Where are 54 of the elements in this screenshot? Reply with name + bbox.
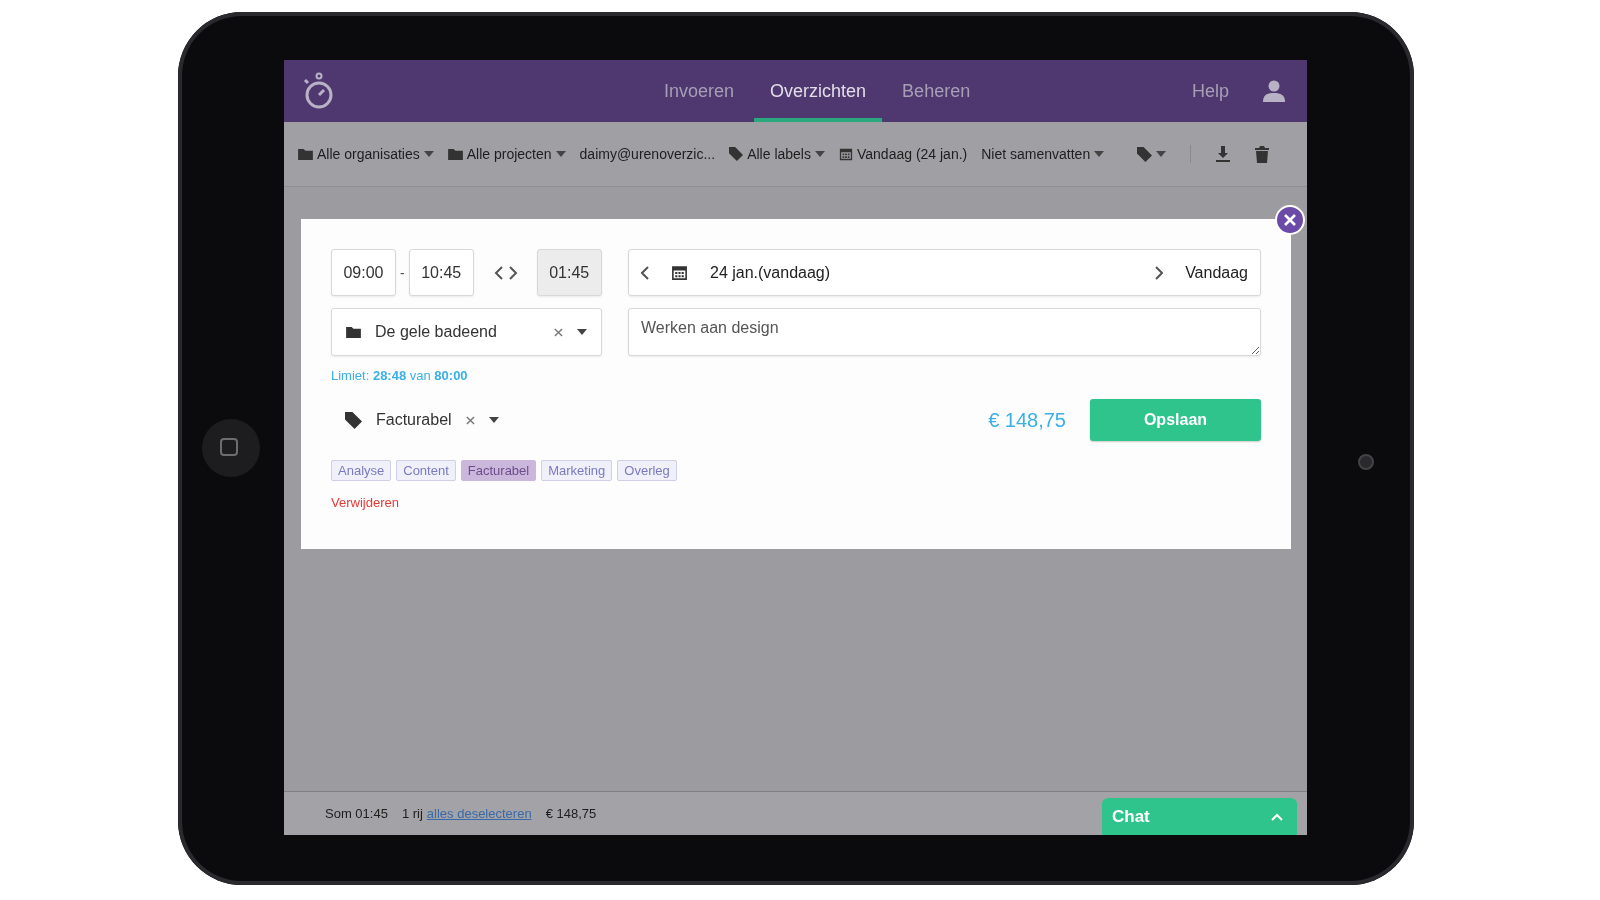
- filter-dropdown[interactable]: Vandaag (24 jan.): [839, 146, 968, 162]
- previous-day-button[interactable]: [641, 265, 649, 280]
- duration-field[interactable]: 01:45: [536, 249, 602, 296]
- time-separator: -: [400, 264, 405, 281]
- caret-icon: [488, 417, 499, 423]
- trash-icon[interactable]: [1255, 145, 1269, 163]
- close-icon: [1284, 214, 1296, 226]
- user-icon[interactable]: [1263, 80, 1285, 102]
- filter-dropdown[interactable]: Niet samenvatten: [981, 146, 1105, 162]
- start-time-field[interactable]: 09:00: [331, 249, 396, 296]
- filter-dropdown[interactable]: daimy@urenoverzic...: [579, 146, 716, 162]
- tag-icon: [1137, 146, 1152, 162]
- label-chip[interactable]: Analyse: [331, 460, 392, 481]
- description-field[interactable]: Werken aan design: [628, 308, 1261, 356]
- filter-dropdown[interactable]: Alle organisaties: [298, 146, 434, 162]
- tag-icon: [729, 147, 744, 161]
- folder-icon: [298, 148, 313, 160]
- date-value[interactable]: 24 jan.(vandaag): [710, 263, 831, 282]
- tag-icon: [345, 411, 362, 429]
- folder-icon: [346, 326, 361, 338]
- swap-button[interactable]: [493, 265, 518, 280]
- total-text: € 148,75: [545, 806, 597, 821]
- chevron-up-icon: [1271, 812, 1283, 821]
- end-time-field[interactable]: 10:45: [408, 249, 474, 296]
- caret-icon: [577, 329, 587, 335]
- filter-dropdown[interactable]: Alle projecten: [447, 146, 566, 162]
- calendar-icon: [671, 264, 688, 281]
- help-link[interactable]: Help: [1185, 79, 1235, 103]
- label-chip[interactable]: Facturabel: [460, 460, 537, 481]
- label-menu-button[interactable]: [1137, 146, 1166, 162]
- row-count-text: 1 rij: [401, 806, 423, 821]
- caret-icon: [1156, 151, 1166, 157]
- next-day-button[interactable]: [1155, 265, 1164, 280]
- download-icon[interactable]: [1215, 146, 1231, 162]
- square-icon: [220, 438, 238, 456]
- project-select[interactable]: De gele badeend: [331, 308, 602, 356]
- nav-tab[interactable]: Beheren: [886, 60, 987, 122]
- label-chip[interactable]: Content: [396, 460, 456, 481]
- clear-icon[interactable]: [554, 327, 563, 337]
- folder-icon: [447, 148, 463, 160]
- clear-icon[interactable]: [465, 415, 475, 425]
- calendar-icon: [839, 147, 853, 161]
- nav-tab[interactable]: Invoeren: [648, 60, 751, 122]
- filter-dropdown[interactable]: Alle labels: [729, 146, 825, 162]
- limit-text: Limiet: 28:48 van 80:00: [331, 368, 469, 383]
- label-chip[interactable]: Marketing: [541, 460, 613, 481]
- sum-text: Som 01:45: [325, 806, 388, 821]
- amount-text: € 148,75: [988, 408, 1066, 432]
- camera-dot: [1358, 454, 1374, 470]
- close-button[interactable]: [1275, 205, 1305, 235]
- delete-link[interactable]: Verwijderen: [331, 495, 399, 510]
- label-chip[interactable]: Overleg: [617, 460, 677, 481]
- today-button[interactable]: Vandaag: [1185, 263, 1248, 282]
- label-value[interactable]: Facturabel: [376, 411, 452, 429]
